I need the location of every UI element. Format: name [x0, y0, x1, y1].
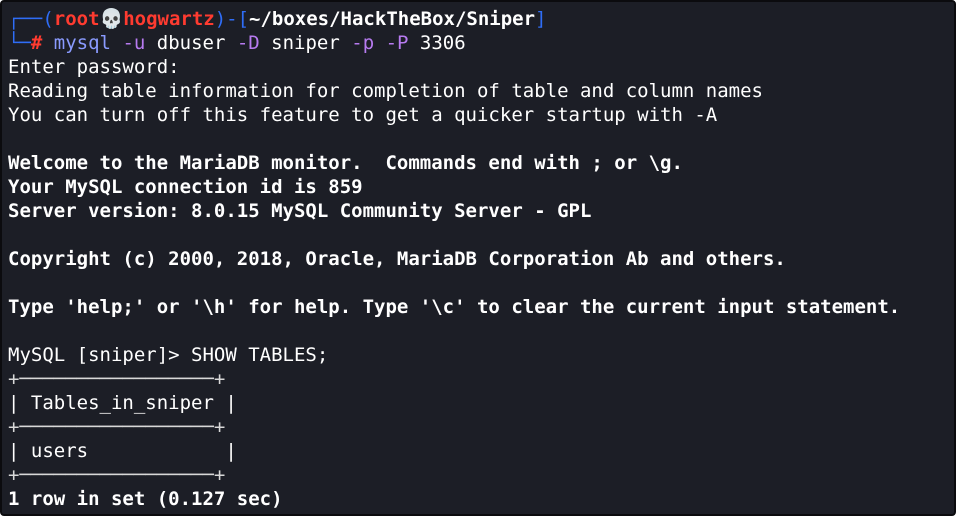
connection-id-line: Your MySQL connection id is 859	[8, 176, 363, 198]
server-version-line: Server version: 8.0.15 MySQL Community S…	[8, 200, 592, 222]
prompt-path: ~/boxes/HackTheBox/Sniper	[249, 8, 536, 30]
table-border-top: +─────────────────+	[8, 368, 226, 390]
help-hint-line: Type 'help;' or '\h' for help. Type '\c'…	[8, 296, 901, 318]
welcome-line: Welcome to the MariaDB monitor. Commands…	[8, 152, 683, 174]
arg-p-flag: -p	[339, 32, 375, 54]
prompt-frame-bottom: └─	[8, 32, 31, 54]
enter-password-line: Enter password:	[8, 56, 180, 78]
prompt-user: root	[53, 8, 100, 30]
table-border-bottom: +─────────────────+	[8, 464, 226, 486]
prompt-frame-end: ]	[535, 8, 547, 30]
arg-u-flag: -u	[111, 32, 146, 54]
terminal-window[interactable]: ┌──(root💀hogwartz)-[~/boxes/HackTheBox/S…	[0, 0, 956, 516]
arg-user: dbuser	[145, 32, 226, 54]
prompt-frame-top: ┌──(	[8, 8, 54, 30]
quicker-startup-line: You can turn off this feature to get a q…	[8, 104, 718, 126]
prompt-line-top: ┌──(root💀hogwartz)-[~/boxes/HackTheBox/S…	[8, 7, 954, 31]
copyright-line: Copyright (c) 2000, 2018, Oracle, MariaD…	[8, 248, 786, 270]
prompt-frame-mid: )-[	[214, 8, 250, 30]
arg-port: 3306	[408, 32, 466, 54]
reading-info-line: Reading table information for completion…	[8, 80, 763, 102]
arg-port-flag: -P	[374, 32, 409, 54]
command-line: └─# mysql -u dbuser -D sniper -p -P 3306	[8, 31, 954, 55]
prompt-host: hogwartz	[123, 8, 215, 30]
skull-icon: 💀	[99, 8, 124, 30]
prompt-hash: #	[30, 32, 43, 54]
mysql-prompt-line: MySQL [sniper]> SHOW TABLES;	[8, 344, 329, 366]
command-name: mysql	[53, 32, 111, 54]
arg-d-flag: -D	[225, 32, 260, 54]
table-header: | Tables_in_sniper |	[8, 392, 237, 414]
arg-database: sniper	[259, 32, 340, 54]
table-row: | users |	[8, 440, 237, 462]
table-border-mid: +─────────────────+	[8, 416, 226, 438]
row-count-line: 1 row in set (0.127 sec)	[8, 488, 283, 510]
